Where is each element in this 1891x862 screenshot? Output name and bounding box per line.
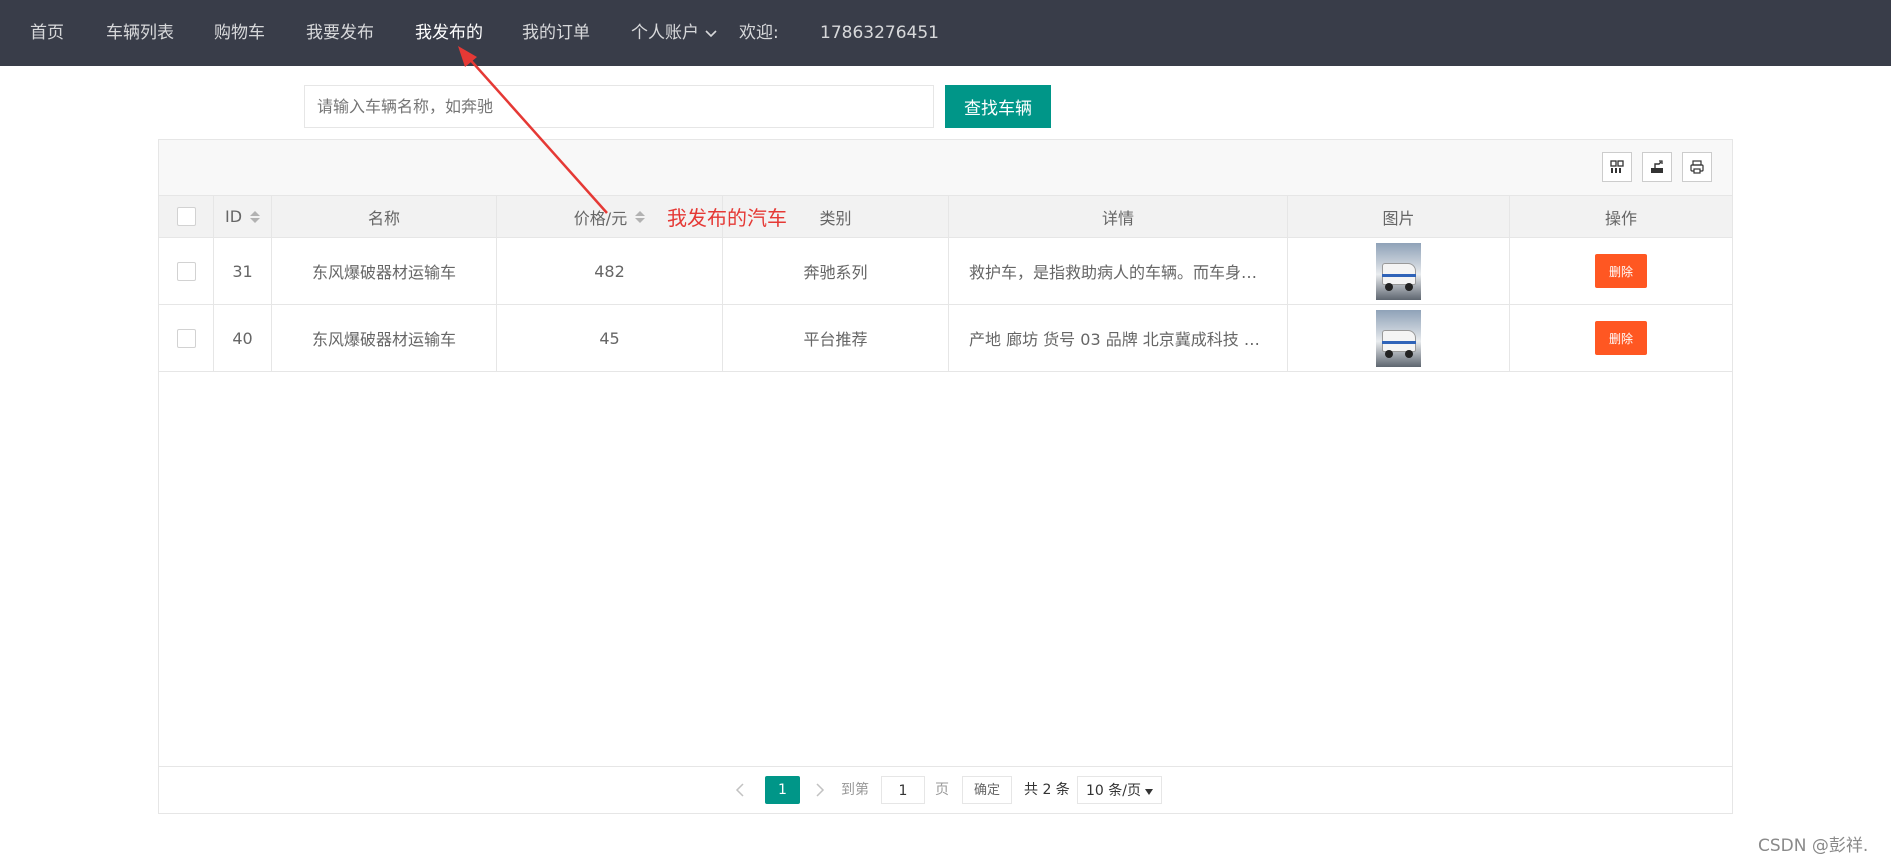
header-select-all-cell [159, 196, 214, 237]
nav-item-my-published[interactable]: 我发布的 [415, 0, 483, 66]
row-checkbox[interactable] [176, 328, 196, 348]
page-size-value: 10 条/页 [1086, 783, 1141, 799]
delete-button[interactable]: 删除 [1595, 321, 1647, 355]
vehicle-thumbnail[interactable] [1376, 309, 1421, 367]
table-toolbar [159, 140, 1732, 196]
total-count: 共 2 条 [1024, 782, 1070, 798]
nav-item-publish[interactable]: 我要发布 [306, 0, 374, 66]
cell-detail-text: 产地 廊坊 货号 03 品牌 北京冀成科技 外... [969, 330, 1267, 349]
caret-down-icon [1145, 789, 1153, 795]
data-table: ID 名称 价格/元 类别 详情 图片 操作 31 东风爆破器材运输车 482 … [158, 139, 1733, 814]
username-label[interactable]: 17863276451 [820, 0, 939, 66]
watermark: CSDN @彭祥. [1758, 836, 1869, 856]
header-image: 图片 [1288, 196, 1510, 237]
header-name: 名称 [272, 196, 497, 237]
nav-item-cart[interactable]: 购物车 [214, 0, 265, 66]
table-row: 40 东风爆破器材运输车 45 平台推荐 产地 廊坊 货号 03 品牌 北京冀成… [159, 305, 1732, 372]
cell-image [1288, 305, 1510, 371]
header-id[interactable]: ID [214, 196, 272, 237]
header-id-label: ID [224, 207, 243, 226]
prev-page-icon[interactable] [735, 776, 745, 804]
nav-item-account-label: 个人账户 [631, 23, 699, 43]
cell-name: 东风爆破器材运输车 [272, 305, 497, 371]
cell-category: 奔驰系列 [723, 238, 949, 304]
header-detail: 详情 [949, 196, 1288, 237]
goto-page-input[interactable]: 1 [881, 776, 925, 804]
cell-action: 删除 [1510, 305, 1732, 371]
header-price-label: 价格/元 [573, 208, 628, 228]
goto-label: 到第 [841, 782, 869, 798]
cell-name: 东风爆破器材运输车 [272, 238, 497, 304]
top-navigation-bar: 首页 车辆列表 购物车 我要发布 我发布的 我的订单 个人账户 欢迎: 1786… [0, 0, 1891, 66]
search-button[interactable]: 查找车辆 [945, 85, 1051, 128]
cell-detail: 产地 廊坊 货号 03 品牌 北京冀成科技 外... [949, 305, 1288, 371]
cell-detail: 救护车，是指救助病人的车辆。而车身上... [949, 238, 1288, 304]
columns-filter-icon[interactable] [1602, 152, 1632, 182]
header-action: 操作 [1604, 208, 1637, 228]
cell-action: 删除 [1510, 238, 1732, 304]
cell-id: 40 [214, 305, 272, 371]
cell-price: 45 [497, 305, 723, 371]
page-size-select[interactable]: 10 条/页 [1077, 776, 1162, 804]
goto-confirm-button[interactable]: 确定 [962, 776, 1012, 804]
cell-id: 31 [214, 238, 272, 304]
sort-icon[interactable] [635, 210, 646, 223]
nav-item-home[interactable]: 首页 [30, 0, 64, 66]
welcome-label: 欢迎: [739, 23, 779, 43]
next-page-icon[interactable] [815, 776, 825, 804]
select-all-checkbox[interactable] [176, 207, 196, 226]
export-icon[interactable] [1642, 152, 1672, 182]
sort-icon[interactable] [250, 210, 261, 223]
row-select-cell [159, 305, 214, 371]
nav-item-vehicle-list[interactable]: 车辆列表 [106, 0, 174, 66]
cell-detail-text: 救护车，是指救助病人的车辆。而车身上... [969, 263, 1267, 282]
table-row: 31 东风爆破器材运输车 482 奔驰系列 救护车，是指救助病人的车辆。而车身上… [159, 238, 1732, 305]
nav-item-account[interactable]: 个人账户 [631, 0, 717, 66]
search-input[interactable] [304, 85, 934, 128]
chevron-down-icon [705, 0, 717, 66]
table-header: ID 名称 价格/元 类别 详情 图片 操作 [159, 196, 1732, 238]
pagination: 1 到第 1 页 确定 共 2 条 10 条/页 [159, 766, 1732, 813]
cell-image [1288, 238, 1510, 304]
row-select-cell [159, 238, 214, 304]
current-page[interactable]: 1 [765, 776, 800, 804]
vehicle-thumbnail[interactable] [1376, 242, 1421, 300]
delete-button[interactable]: 删除 [1595, 254, 1647, 288]
cell-category: 平台推荐 [723, 305, 949, 371]
cell-price: 482 [497, 238, 723, 304]
print-icon[interactable] [1682, 152, 1712, 182]
annotation-label: 我发布的汽车 [667, 206, 787, 230]
page-unit-label: 页 [935, 782, 949, 798]
nav-item-my-orders[interactable]: 我的订单 [522, 0, 590, 66]
row-checkbox[interactable] [176, 261, 196, 281]
